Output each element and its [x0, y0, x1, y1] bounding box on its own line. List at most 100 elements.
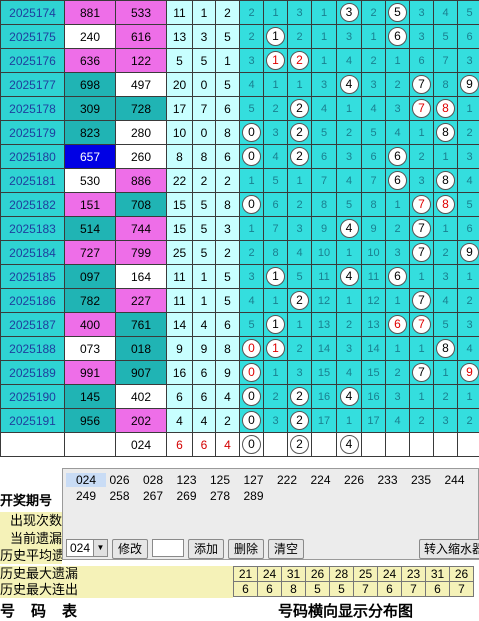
combination-chip[interactable]: 289 — [234, 489, 274, 503]
dist-cell: 1 — [386, 49, 410, 73]
add-button[interactable]: 添加 — [188, 539, 224, 559]
max-streak-cell: 5 — [330, 582, 354, 597]
import-button[interactable]: 转入缩水器 — [419, 539, 479, 559]
dist-cell: 10 — [362, 241, 386, 265]
ball-marker: 0 — [242, 411, 261, 430]
dist-cell: 9 — [458, 73, 479, 97]
max-streak-cell: 7 — [354, 582, 378, 597]
ball-marker: 8 — [436, 123, 455, 142]
number-a-cell: 657 — [65, 145, 116, 169]
dist-cell: 15 — [312, 361, 337, 385]
period-cell: 2025185 — [1, 265, 65, 289]
dist-cell: 8 — [434, 193, 458, 217]
tail-cell: 5 — [193, 217, 216, 241]
table-row: 20251901454026640221641631212 — [1, 385, 479, 409]
period-cell: 2025178 — [1, 97, 65, 121]
ball-marker: 6 — [388, 267, 407, 286]
table-row: 2025181530886222215174763848 — [1, 169, 479, 193]
number-input[interactable] — [152, 539, 184, 557]
dist-cell: 3 — [458, 49, 479, 73]
dist-cell: 3 — [362, 73, 386, 97]
current-miss-label: 当前遗漏 — [0, 530, 62, 548]
dist-cell: 6 — [386, 265, 410, 289]
dist-cell: 3 — [288, 361, 312, 385]
span-cell: 9 — [216, 361, 240, 385]
dist-cell: 7 — [410, 289, 434, 313]
dist-cell: 3 — [434, 265, 458, 289]
empty-cell — [1, 433, 65, 457]
max-streak-cell: 6 — [234, 582, 258, 597]
dist-cell: 2 — [362, 49, 386, 73]
ball-marker: 7 — [412, 75, 431, 94]
dist-cell: 4 — [312, 97, 337, 121]
dist-cell: 8 — [434, 97, 458, 121]
sum-cell: 22 — [167, 169, 193, 193]
dist-cell: 4 — [264, 145, 288, 169]
summary-dist-cell — [434, 433, 458, 457]
number-a-cell: 309 — [65, 97, 116, 121]
max-streak-row: 6685576767 — [234, 582, 474, 597]
dist-cell: 1 — [362, 25, 386, 49]
dist-cell: 1 — [458, 385, 479, 409]
table-row: 2025186782227111541212112174213 — [1, 289, 479, 313]
number-a-cell: 636 — [65, 49, 116, 73]
number-b-cell: 744 — [116, 217, 167, 241]
combo-value: 024 — [70, 541, 90, 555]
number-a-cell: 956 — [65, 409, 116, 433]
span-cell: 2 — [216, 1, 240, 25]
dist-cell: 2 — [362, 1, 386, 25]
ball-marker: 0 — [242, 435, 261, 454]
number-a-cell: 823 — [65, 121, 116, 145]
dist-cell: 1 — [264, 1, 288, 25]
clear-button[interactable]: 清空 — [268, 539, 304, 559]
dist-cell: 4 — [337, 385, 362, 409]
tail-cell: 6 — [193, 385, 216, 409]
period-cell: 2025174 — [1, 1, 65, 25]
ball-marker: 2 — [290, 51, 309, 70]
dist-cell: 3 — [240, 49, 264, 73]
period-cell: 2025191 — [1, 409, 65, 433]
ball-marker: 0 — [242, 339, 261, 358]
ball-marker: 1 — [266, 27, 285, 46]
span-cell: 5 — [216, 73, 240, 97]
dist-cell: 4 — [337, 49, 362, 73]
sum-cell: 11 — [167, 289, 193, 313]
number-a-cell: 782 — [65, 289, 116, 313]
span-cell: 5 — [216, 265, 240, 289]
ball-marker: 7 — [412, 219, 431, 238]
dist-cell: 5 — [240, 313, 264, 337]
dist-cell: 1 — [264, 289, 288, 313]
combination-chip[interactable]: 244 — [435, 473, 475, 487]
chevron-down-icon[interactable]: ▼ — [93, 540, 107, 556]
combination-panel: 0240260281231251272222242262332352442492… — [62, 468, 479, 560]
number-a-cell: 530 — [65, 169, 116, 193]
max-miss-cell: 26 — [306, 567, 330, 582]
table-row: 20251919562024420321711742323 — [1, 409, 479, 433]
tail-cell: 7 — [193, 97, 216, 121]
dist-cell: 5 — [362, 121, 386, 145]
dist-cell: 2 — [288, 385, 312, 409]
tail-cell: 1 — [193, 1, 216, 25]
max-miss-cell: 26 — [450, 567, 474, 582]
ball-marker: 7 — [412, 315, 431, 334]
dist-cell: 1 — [410, 121, 434, 145]
dist-cell: 4 — [386, 409, 410, 433]
tail-cell: 5 — [193, 193, 216, 217]
hist-max-miss-label: 历史最大遗漏 — [0, 566, 233, 582]
number-b-cell: 018 — [116, 337, 167, 361]
combination-select[interactable]: 024 ▼ — [66, 539, 108, 557]
dist-cell: 5 — [240, 97, 264, 121]
dist-cell: 7 — [410, 73, 434, 97]
number-b-cell: 122 — [116, 49, 167, 73]
delete-button[interactable]: 删除 — [228, 539, 264, 559]
dist-cell: 14 — [312, 337, 337, 361]
dist-cell: 1 — [434, 217, 458, 241]
period-cell: 2025187 — [1, 313, 65, 337]
dist-cell: 7 — [410, 313, 434, 337]
span-cell: 2 — [216, 169, 240, 193]
history-stats-table: 21243126282524233126 6685576767 — [233, 566, 474, 597]
dist-cell: 4 — [337, 73, 362, 97]
number-a-cell: 991 — [65, 361, 116, 385]
modify-button[interactable]: 修改 — [112, 539, 148, 559]
dist-cell: 3 — [337, 25, 362, 49]
